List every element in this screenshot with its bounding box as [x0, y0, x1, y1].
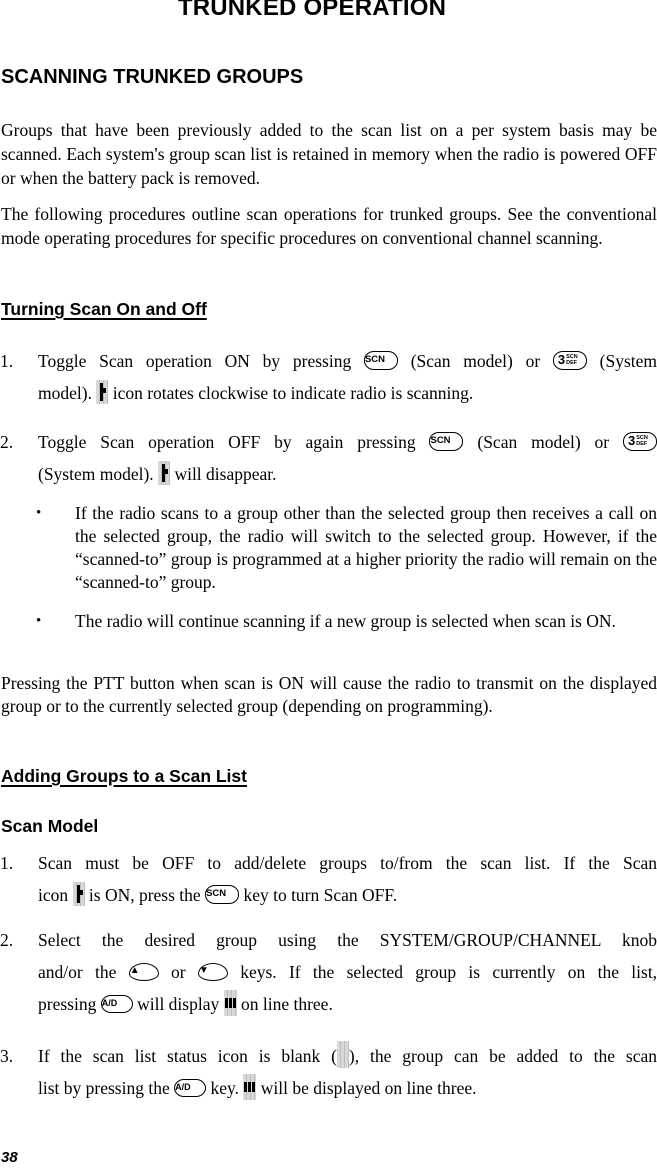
intro-paragraph-2: The following procedures outline scan op… — [1, 204, 657, 248]
heading-turning-scan: Turning Scan On and Off — [1, 299, 207, 319]
step-text: (System model). — [38, 464, 154, 484]
page-title: TRUNKED OPERATION — [177, 0, 447, 21]
step-text: ), the group can be added to the scan — [348, 1046, 657, 1066]
key-3-scn-def-icon: 3SCN DEF — [552, 351, 587, 371]
step-text: key to turn Scan OFF. — [243, 885, 398, 905]
key-3-digit: 3 — [557, 352, 566, 368]
scan-status-icon — [72, 881, 85, 906]
bullet-icon: • — [36, 613, 42, 629]
scan-status-icon — [96, 379, 109, 404]
step-text: Toggle Scan operation OFF by again press… — [38, 432, 416, 452]
key-3-digit: 3 — [628, 433, 636, 449]
scan-list-icon — [243, 1073, 257, 1100]
heading-adding-groups: Adding Groups to a Scan List — [1, 766, 247, 786]
step-text: (Scan model) or — [477, 432, 610, 452]
page-number: 38 — [1, 1149, 18, 1166]
ad-key-icon: A/D — [174, 1078, 207, 1097]
subheading-scan-model: Scan Model — [1, 816, 99, 836]
step-text: key. — [210, 1078, 239, 1098]
key-3-label-bottom: DEF — [566, 360, 578, 367]
step-text: or — [171, 962, 186, 982]
step-text: is ON, press the — [88, 885, 201, 905]
step-text: and/or the — [38, 962, 117, 982]
step-text: (Scan model) or — [410, 351, 541, 371]
bullet-text: The radio will continue scanning if a ne… — [75, 611, 616, 631]
step-text: keys. If the selected group is currently… — [240, 962, 657, 982]
scan-status-icon — [158, 460, 171, 485]
step-text: will disappear. — [174, 464, 277, 484]
scn-key-icon: SCN — [429, 432, 464, 452]
step-text: pressing — [38, 994, 97, 1014]
step-number: 1. — [0, 351, 14, 371]
step-text: will display — [137, 994, 220, 1014]
section-title: SCANNING TRUNKED GROUPS — [1, 66, 304, 88]
scan-list-icon — [223, 989, 237, 1016]
step-number: 2. — [0, 930, 14, 950]
key-3-label-bottom: DEF — [636, 441, 648, 448]
step-text: on line three. — [240, 994, 333, 1014]
scn-key-icon: SCN — [363, 351, 398, 371]
step-text: Select the desired group using the SYSTE… — [38, 930, 657, 950]
step-number: 3. — [0, 1046, 14, 1066]
ptt-note: Pressing the PTT button when scan is ON … — [1, 673, 657, 716]
key-3-scn-def-icon: 3SCN DEF — [623, 432, 657, 452]
step-text: icon — [38, 885, 69, 905]
step-text: Scan must be OFF to add/delete groups to… — [38, 853, 657, 873]
step-text: icon rotates clockwise to indicate radio… — [112, 383, 474, 403]
step-text: list by pressing the — [38, 1078, 170, 1098]
step-text: Toggle Scan operation ON by pressing — [38, 351, 352, 371]
blank-status-icon — [336, 1041, 349, 1069]
down-arrow-key-icon: ▼ — [197, 962, 228, 981]
bullet-text: If the radio scans to a group other than… — [75, 503, 657, 592]
up-arrow-key-icon: ▲ — [128, 962, 159, 981]
step-number: 1. — [0, 853, 14, 873]
ad-key-icon: A/D — [100, 994, 133, 1013]
bullet-icon: • — [36, 505, 42, 521]
step-text: model). — [38, 383, 92, 403]
step-text: (System — [599, 351, 657, 371]
intro-paragraph-1: Groups that have been previously added t… — [1, 120, 657, 188]
step-number: 2. — [0, 432, 14, 452]
step-text: will be displayed on line three. — [260, 1078, 477, 1098]
scn-key-icon: SCN — [205, 885, 240, 905]
step-text: If the scan list status icon is blank ( — [38, 1046, 337, 1066]
